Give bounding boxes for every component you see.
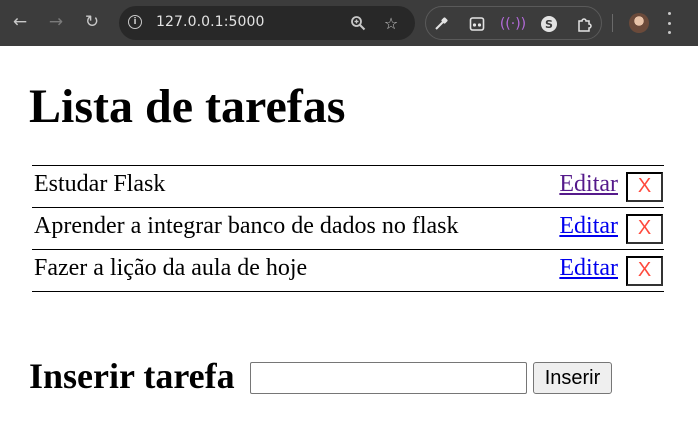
table-row: Fazer a lição da aula de hoje Editar X — [32, 249, 664, 292]
toolbar-divider — [612, 14, 613, 32]
edit-link[interactable]: Editar — [559, 213, 618, 239]
forward-icon[interactable]: → — [46, 11, 66, 33]
eyedropper-icon[interactable] — [431, 14, 451, 34]
info-icon[interactable]: i — [128, 15, 142, 29]
edit-link[interactable]: Editar — [559, 171, 618, 197]
puzzle-icon[interactable] — [575, 14, 595, 34]
delete-button[interactable]: X — [626, 255, 663, 286]
kebab-menu-icon[interactable] — [666, 12, 672, 34]
svg-text:S: S — [545, 18, 553, 31]
back-icon[interactable]: ← — [10, 11, 30, 33]
task-text: Aprender a integrar banco de dados no fl… — [32, 207, 554, 250]
browser-toolbar: ← → ↻ i 127.0.0.1:5000 ☆ ((·)) S — [0, 0, 698, 46]
task-table: Estudar Flask Editar X Aprender a integr… — [32, 165, 664, 292]
insert-heading: Inserir tarefa — [29, 356, 235, 396]
task-text: Fazer a lição da aula de hoje — [32, 249, 554, 292]
address-bar[interactable]: i 127.0.0.1:5000 ☆ — [119, 6, 415, 40]
podcast-icon[interactable]: ((·)) — [500, 14, 526, 34]
url-text[interactable]: 127.0.0.1:5000 — [156, 14, 265, 30]
page-title: Lista de tarefas — [29, 80, 346, 133]
avatar[interactable] — [629, 13, 649, 33]
star-icon[interactable]: ☆ — [381, 13, 401, 33]
task-input[interactable] — [250, 362, 527, 394]
table-row: Estudar Flask Editar X — [32, 165, 664, 208]
delete-button[interactable]: X — [626, 171, 663, 202]
edit-link[interactable]: Editar — [559, 255, 618, 281]
task-text: Estudar Flask — [32, 165, 554, 208]
delete-button[interactable]: X — [626, 213, 663, 244]
table-row: Aprender a integrar banco de dados no fl… — [32, 207, 664, 250]
extension-icon[interactable] — [467, 14, 487, 34]
extensions-area: ((·)) S — [425, 6, 602, 40]
insert-button[interactable]: Inserir — [533, 362, 612, 394]
s-extension-icon[interactable]: S — [539, 14, 559, 34]
reload-icon[interactable]: ↻ — [82, 11, 102, 33]
zoom-icon[interactable] — [348, 13, 368, 33]
